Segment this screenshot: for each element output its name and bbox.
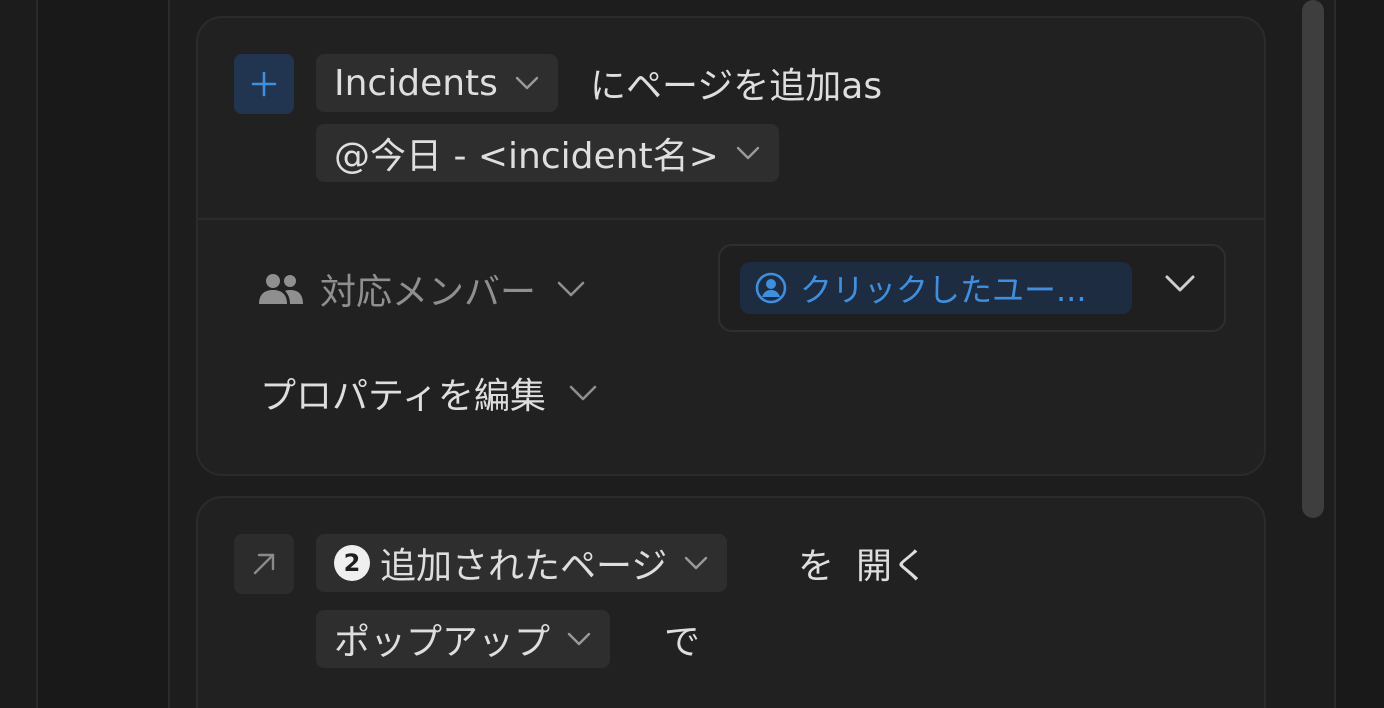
target-page-label: 追加されたページ [380,546,668,587]
edit-properties-button[interactable]: プロパティを編集 [260,364,598,422]
plus-icon[interactable] [234,54,294,114]
edit-properties-label: プロパティを編集 [260,376,546,417]
chevron-down-icon [735,145,761,161]
page-title-template-select[interactable]: @今日 - <incident名> [316,124,779,182]
step-number-badge: 2 [334,545,370,581]
scrollbar-thumb[interactable] [1302,0,1324,518]
member-value-field[interactable]: クリックしたユー... [718,244,1226,332]
people-icon [256,271,306,307]
chevron-down-icon [556,280,586,298]
member-property-label: 対応メンバー [320,272,537,313]
chevron-down-icon [683,555,709,571]
open-text: 開く [856,546,929,587]
database-select[interactable]: Incidents [316,54,558,112]
database-label: Incidents [334,62,498,104]
left-sidebar-edge [0,0,38,708]
de-text: で [664,622,701,663]
arrow-up-right-icon[interactable] [234,534,294,594]
open-mode-label: ポップアップ [334,622,551,663]
user-value-chip[interactable]: クリックしたユー... [740,262,1132,314]
member-property-selector[interactable]: 対応メンバー [256,260,586,318]
chevron-down-icon [566,631,592,647]
user-circle-icon [754,271,788,305]
target-page-select[interactable]: 2 追加されたページ [316,534,728,592]
chevron-down-icon [568,384,598,402]
page-title-template: @今日 - <incident名> [334,136,719,177]
add-page-connector-text: にページを追加as [590,66,883,107]
open-mode-select[interactable]: ポップアップ [316,610,611,668]
open-page-action-card: 2 追加されたページ を 開く ポップアップ で [196,496,1266,708]
chevron-down-icon[interactable] [1164,274,1196,298]
user-value-text: クリックしたユー... [800,271,1087,309]
card-divider [198,218,1264,220]
add-page-action-card: Incidents にページを追加as @今日 - <incident名> 対応… [196,16,1266,476]
chevron-down-icon [514,75,540,91]
wo-text: を [798,546,835,587]
